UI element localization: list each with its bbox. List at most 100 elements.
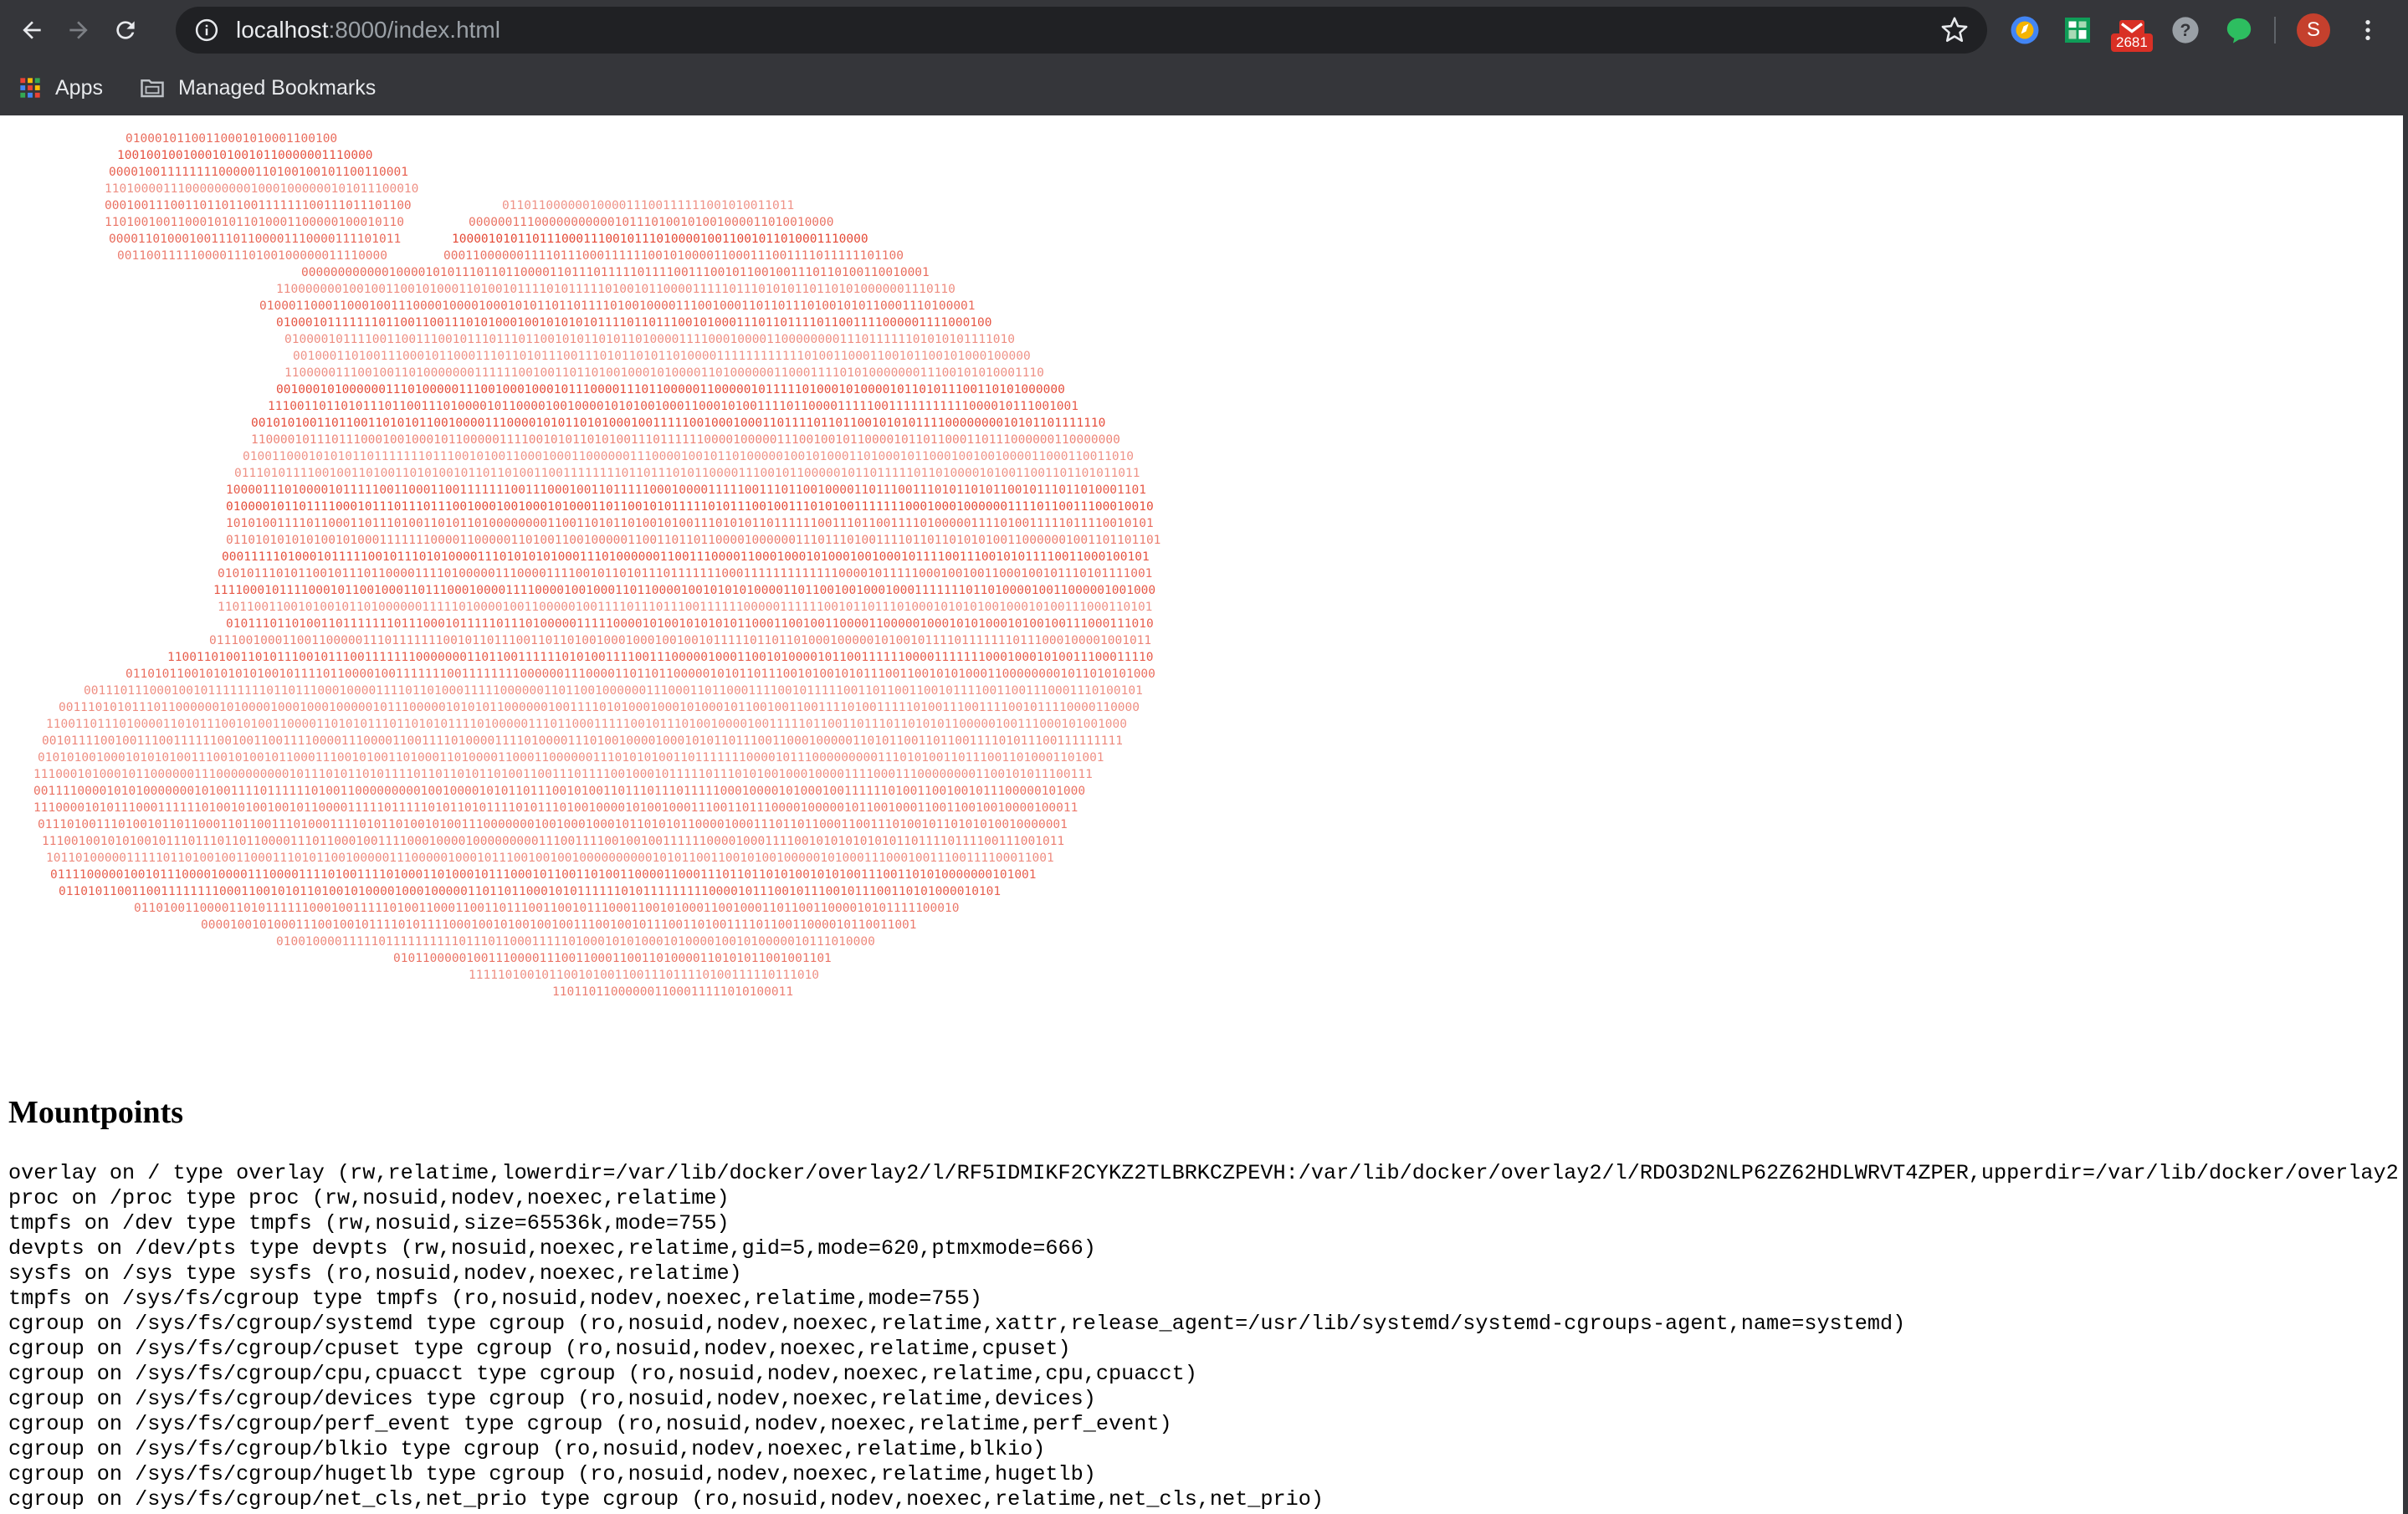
ascii-row: 0011110000101010000000101001111011111101…	[33, 785, 1085, 798]
ascii-row: 1100110100110101110010111001111111000000…	[167, 651, 1154, 664]
sheets-extension-icon[interactable]	[2061, 13, 2094, 47]
ascii-row: 0101100000100111000011100110001100110100…	[393, 952, 832, 965]
mount-line: tmpfs on /sys/fs/cgroup type tmpfs (ro,n…	[8, 1286, 982, 1311]
ascii-row: 1111000101111000101100100011011100010000…	[213, 584, 1155, 597]
ascii-row: 0000000000001000010101110110110000110111…	[301, 266, 930, 279]
ascii-row: 1000010101101110001110010111010000100110…	[452, 233, 868, 246]
browser-toolbar: localhost:8000/index.html 2681 ? S	[0, 0, 2408, 60]
profile-avatar[interactable]: S	[2297, 13, 2330, 47]
folder-icon	[141, 79, 164, 98]
mount-line: cgroup on /sys/fs/cgroup/systemd type cg…	[8, 1312, 1906, 1336]
mount-line: cgroup on /sys/fs/cgroup/cpu,cpuacct typ…	[8, 1362, 1197, 1386]
ascii-row: 1101000011100000000010001000000101011100…	[105, 182, 418, 196]
page-title: Mountpoints	[8, 1095, 184, 1130]
mount-line: cgroup on /sys/fs/cgroup/hugetlb type cg…	[8, 1462, 1096, 1486]
reload-button[interactable]	[102, 7, 149, 54]
toolbar-separator	[2274, 17, 2276, 43]
bookmark-apps[interactable]: Apps	[18, 76, 103, 100]
ascii-row: 0011001111100001110100100000011110000	[117, 249, 387, 263]
ascii-row: 10010010010001010010110000001110000	[117, 149, 373, 162]
site-info-icon[interactable]	[194, 18, 219, 43]
ascii-row: 1010100111101100011011101001101011010000…	[226, 517, 1154, 530]
ascii-row: 1100000001001001100101000110100101111010…	[276, 283, 956, 296]
bookmark-managed-folder[interactable]: Managed Bookmarks	[140, 76, 376, 100]
ascii-row: 0010111100100111001111110010011001111000…	[42, 734, 1123, 748]
ascii-row: 0001100000011110111000111111001010000110…	[443, 249, 904, 263]
ascii-row: 0110101100110011111111000110010101101001…	[59, 885, 1001, 898]
ascii-row: 0111010011101001011011000110110011101000…	[38, 818, 1068, 831]
url-path: :8000/index.html	[328, 17, 500, 43]
address-bar[interactable]: localhost:8000/index.html	[176, 7, 1987, 54]
ascii-row: 0111001000110011000001110111111100101101…	[209, 634, 1151, 647]
ascii-row: 0011101110001001011111111011011100010000…	[84, 684, 1143, 698]
ascii-row: 0000100111111110000011010010010110011000…	[109, 166, 408, 179]
chrome-menu-icon[interactable]	[2351, 13, 2385, 47]
url-host: localhost	[236, 17, 329, 43]
bookmarks-bar: Apps Managed Bookmarks	[0, 60, 2408, 115]
gmail-unread-badge: 2681	[2111, 33, 2153, 52]
mount-line: cgroup on /sys/fs/cgroup/cpuset type cgr…	[8, 1337, 1071, 1361]
ascii-row: 0110100110000110101111110001001111101001…	[134, 902, 959, 915]
ascii-row: 1100110111010000110101110010100110000110…	[46, 718, 1127, 731]
ascii-row: 0000001110000000000010111010010100100001…	[469, 216, 834, 229]
ascii-row: 0010101001101100110101011001000011100001…	[251, 417, 1105, 430]
ascii-row: 0111010111100100110100110101001011011010…	[234, 467, 1140, 480]
mount-line: cgroup on /sys/fs/cgroup/net_cls,net_pri…	[8, 1487, 1324, 1511]
ascii-row: 0000110100010011101100001110000111101011	[109, 233, 401, 246]
ascii-row: 0100110001010101101111111011100101001100…	[243, 450, 1134, 463]
ascii-row: 0010001010000001110100000111001000100010…	[276, 383, 1065, 396]
back-button[interactable]	[8, 7, 55, 54]
ascii-row: 1110011011010111011001110100001011000010…	[268, 400, 1078, 413]
bookmark-star-icon[interactable]	[1940, 16, 1969, 44]
ascii-row: 0010001101001110001011000111011010111001…	[293, 350, 1031, 363]
apps-grid-icon	[20, 78, 40, 98]
mount-line: cgroup on /sys/fs/cgroup/devices type cg…	[8, 1387, 1096, 1411]
ascii-row: 1011010000011111011010010011000111010110…	[46, 852, 1054, 865]
ascii-row: 1110010010101001011101110110110000111011…	[42, 835, 1064, 848]
bookmark-apps-label: Apps	[55, 75, 103, 100]
forward-arrow-icon	[69, 21, 88, 39]
ascii-row: 110110110000001100011111010100011	[552, 985, 793, 999]
ascii-row: 0101110110100110111111101110001011111011…	[226, 617, 1154, 631]
url-text[interactable]: localhost:8000/index.html	[236, 17, 500, 43]
mount-line: cgroup on /sys/fs/cgroup/blkio type cgro…	[8, 1437, 1046, 1461]
page-scrollbar[interactable]	[2403, 115, 2408, 1514]
ascii-row: 01000101100110001010001100100	[126, 132, 337, 146]
ascii-row: 1110000101011100011111101001010010010110…	[33, 801, 1078, 815]
back-arrow-icon	[23, 21, 41, 39]
penguin-binary-art-icon: 01000101100110001010001100100 10010010010…	[33, 132, 1160, 999]
ascii-row: 1100001011101110001001000101100000111100…	[251, 433, 1120, 447]
ascii-row: 0000100101000111001001011110101111000100…	[201, 918, 917, 932]
ascii-row: 1000011101000010111110011000110011111110…	[226, 483, 1146, 497]
forward-button[interactable]	[55, 7, 102, 54]
ascii-art-penguin: 01000101100110001010001100100 10010010010…	[0, 125, 1213, 1029]
ascii-row: 0100100001111101111111111011101100011111…	[276, 935, 875, 949]
mount-line: cgroup on /sys/fs/cgroup/perf_event type…	[8, 1412, 1172, 1436]
mount-line: sysfs on /sys type sysfs (ro,nosuid,node…	[8, 1261, 742, 1286]
mount-line: proc on /proc type proc (rw,nosuid,nodev…	[8, 1186, 730, 1210]
ascii-row: 0100011000110001001110000100001000101011…	[259, 299, 976, 313]
evernote-extension-icon[interactable]	[2222, 13, 2256, 47]
ascii-row: 0101011101011001011101100001111010000011…	[218, 567, 1152, 581]
ascii-row: 0001111101000101111100101110101000011101…	[222, 550, 1150, 564]
mounts-list: overlay on / type overlay (rw,relatime,l…	[8, 1161, 2403, 1512]
ascii-row: 0100001011110011001110010111011101100101…	[284, 333, 1015, 346]
ascii-row: 1111101001011001010011001110111101001111…	[469, 969, 819, 982]
ascii-row: 0100001011011110001011101110111001000100…	[226, 500, 1154, 514]
ascii-row: 1100000111001001101000000011111100100110…	[284, 366, 1044, 380]
mount-line: overlay on / type overlay (rw,relatime,l…	[8, 1161, 2399, 1185]
bookmark-managed-label: Managed Bookmarks	[177, 75, 377, 100]
ascii-row: 1101001001100010101101000110000010001011…	[105, 216, 404, 229]
ascii-row: 1101100110010100101101000000111110100001…	[218, 601, 1152, 614]
mount-line: tmpfs on /dev type tmpfs (rw,nosuid,size…	[8, 1211, 730, 1235]
help-extension-icon[interactable]: ?	[2169, 13, 2202, 47]
ascii-row: 0001001110011011011001111111001110111011…	[105, 199, 412, 212]
svg-text:?: ?	[2180, 20, 2191, 40]
ascii-row: 0110101010101001010001111111000011000001…	[226, 534, 1160, 547]
mount-line: devpts on /dev/pts type devpts (rw,nosui…	[8, 1236, 1096, 1261]
ascii-row: 0110110000001000011100111111001010011011	[502, 199, 794, 212]
reload-icon	[116, 21, 135, 39]
ascii-row: 0111100000100101110000100001110000111101…	[50, 868, 1037, 882]
ascii-row: 1110001010001011000000111000000000010111…	[33, 768, 1093, 781]
chrome-extension-compass-icon[interactable]	[2008, 13, 2042, 47]
